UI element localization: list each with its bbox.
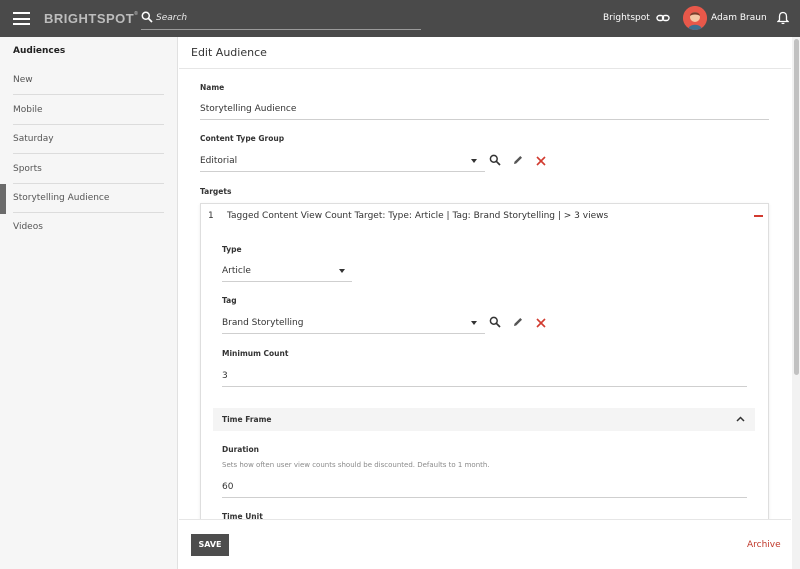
search-icon[interactable] bbox=[489, 316, 501, 328]
sidebar-title: Audiences bbox=[13, 46, 66, 56]
sidebar-item-videos[interactable]: Videos bbox=[13, 213, 164, 242]
content-type-group-label: Content Type Group bbox=[200, 134, 285, 143]
type-select[interactable]: Article bbox=[222, 264, 352, 282]
brand-logo-trademark: ® bbox=[134, 11, 139, 17]
name-label: Name bbox=[200, 83, 225, 92]
page-header: Edit Audience bbox=[179, 37, 791, 69]
sidebar-item-storytelling-audience[interactable]: Storytelling Audience bbox=[13, 184, 164, 213]
archive-link[interactable]: Archive bbox=[747, 540, 781, 550]
avatar[interactable] bbox=[683, 6, 707, 30]
search-icon[interactable] bbox=[489, 154, 501, 166]
time-frame-header[interactable]: Time Frame bbox=[213, 408, 755, 431]
site-name[interactable]: Brightspot bbox=[603, 13, 650, 23]
search-icon[interactable] bbox=[141, 11, 153, 23]
collapse-icon[interactable] bbox=[754, 215, 763, 217]
user-name[interactable]: Adam Braun bbox=[711, 13, 767, 23]
save-button[interactable]: SAVE bbox=[191, 534, 229, 556]
pencil-icon[interactable] bbox=[512, 154, 524, 166]
chevron-down-icon[interactable] bbox=[339, 269, 345, 273]
brand-logo-text: BRIGHTSPOT bbox=[44, 11, 135, 26]
link-icon[interactable] bbox=[656, 12, 670, 24]
brand-logo[interactable]: BRIGHTSPOT® bbox=[44, 11, 138, 26]
name-field[interactable]: Storytelling Audience bbox=[200, 102, 769, 120]
sidebar-item-saturday[interactable]: Saturday bbox=[13, 125, 164, 154]
close-icon[interactable] bbox=[535, 317, 547, 329]
sidebar-item-new[interactable]: New bbox=[13, 66, 164, 95]
target-item-panel bbox=[200, 203, 769, 523]
duration-label: Duration bbox=[222, 445, 259, 454]
minimum-count-label: Minimum Count bbox=[222, 349, 289, 358]
sidebar-item-sports[interactable]: Sports bbox=[13, 155, 164, 184]
menu-icon[interactable] bbox=[13, 12, 30, 25]
content-type-group-value: Editorial bbox=[200, 156, 238, 166]
sidebar: Audiences New Mobile Saturday Sports Sto… bbox=[0, 37, 178, 569]
active-item-indicator bbox=[0, 184, 6, 214]
page-title: Edit Audience bbox=[191, 46, 267, 59]
search-bar bbox=[141, 10, 421, 30]
tag-label: Tag bbox=[222, 296, 237, 305]
pencil-icon[interactable] bbox=[512, 316, 524, 328]
chevron-up-icon[interactable] bbox=[736, 415, 745, 423]
type-value: Article bbox=[222, 266, 251, 276]
chevron-down-icon[interactable] bbox=[471, 159, 477, 163]
content-type-group-select[interactable]: Editorial bbox=[200, 154, 485, 172]
sidebar-item-mobile[interactable]: Mobile bbox=[13, 96, 164, 125]
time-frame-title: Time Frame bbox=[222, 415, 272, 424]
scrollbar-thumb[interactable] bbox=[794, 39, 799, 375]
bell-icon[interactable] bbox=[777, 11, 789, 25]
avatar-icon bbox=[683, 6, 707, 30]
duration-hint: Sets how often user view counts should b… bbox=[222, 461, 490, 469]
type-label: Type bbox=[222, 245, 242, 254]
footer-actions: SAVE Archive bbox=[179, 519, 791, 569]
tag-select[interactable]: Brand Storytelling bbox=[222, 316, 485, 334]
targets-label: Targets bbox=[200, 187, 232, 196]
chevron-down-icon[interactable] bbox=[471, 321, 477, 325]
target-item-index: 1 bbox=[208, 211, 214, 221]
tag-value: Brand Storytelling bbox=[222, 318, 304, 328]
duration-field[interactable]: 60 bbox=[222, 480, 747, 498]
search-input[interactable] bbox=[156, 10, 416, 26]
scrollbar[interactable] bbox=[792, 37, 800, 569]
top-bar: BRIGHTSPOT® Brightspot Adam Braun bbox=[0, 0, 800, 37]
target-item-summary[interactable]: Tagged Content View Count Target: Type: … bbox=[227, 211, 608, 221]
close-icon[interactable] bbox=[535, 155, 547, 167]
minimum-count-field[interactable]: 3 bbox=[222, 369, 747, 387]
